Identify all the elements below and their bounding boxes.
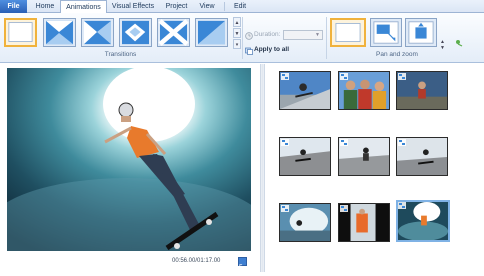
storyboard-clip-1[interactable] xyxy=(279,71,331,110)
playback-timecode: 00:56.00/01:17.00 xyxy=(172,258,221,264)
panzoom-options-icon[interactable] xyxy=(455,39,463,47)
tab-animations[interactable]: Animations xyxy=(60,0,107,14)
tab-home[interactable]: Home xyxy=(32,0,58,13)
duration-label: Duration: xyxy=(254,31,281,38)
video-preview[interactable] xyxy=(7,68,251,251)
gallery-up-icon[interactable]: ▲ xyxy=(233,17,241,27)
apply-all-icon xyxy=(245,47,253,55)
transition-badge-icon xyxy=(281,205,289,212)
transition-slide-button[interactable] xyxy=(195,18,228,47)
ribbon-tab-bar: File Home Animations Visual Effects Proj… xyxy=(0,0,484,14)
gallery-more-icon[interactable]: ▾ xyxy=(233,39,241,49)
storyboard-clip-4[interactable] xyxy=(279,137,331,176)
transition-wipe-button[interactable] xyxy=(81,18,114,47)
transition-diamond-icon xyxy=(122,20,149,45)
panzoom-zoom-button[interactable] xyxy=(405,18,437,47)
group-divider xyxy=(242,17,243,59)
storyboard-clip-2[interactable] xyxy=(338,71,390,110)
transition-badge-icon xyxy=(398,139,406,146)
tab-visual-effects[interactable]: Visual Effects xyxy=(110,0,156,13)
panzoom-pan-icon xyxy=(373,21,399,44)
duration-dropdown[interactable]: ▼ xyxy=(283,30,323,40)
transition-badge-icon xyxy=(340,139,348,146)
transition-cross-button[interactable] xyxy=(157,18,190,47)
transition-badge-icon xyxy=(398,202,406,209)
tab-file[interactable]: File xyxy=(0,0,27,13)
skater-video-frame xyxy=(7,68,251,251)
ribbon: ▲ ▼ ▾ Transitions Duration: ▼ Apply to a… xyxy=(0,13,484,63)
tab-divider xyxy=(224,2,225,11)
storyboard-clip-6[interactable] xyxy=(396,137,448,176)
expand-icon xyxy=(239,264,246,271)
transition-badge-icon xyxy=(340,73,348,80)
storyboard-clip-5[interactable] xyxy=(338,137,390,176)
transition-badge-icon xyxy=(340,205,348,212)
transition-none-button[interactable] xyxy=(4,18,37,47)
panzoom-more-icon[interactable]: ▲ ▼ xyxy=(440,39,445,51)
panzoom-group-label: Pan and zoom xyxy=(376,51,418,58)
panzoom-pan-button[interactable] xyxy=(370,18,402,47)
clock-icon xyxy=(245,32,253,40)
panzoom-none-icon xyxy=(335,23,361,42)
tab-view[interactable]: View xyxy=(196,0,218,13)
transition-diagonal-icon xyxy=(46,20,73,45)
transition-badge-icon xyxy=(398,73,406,80)
apply-to-all-button[interactable]: Apply to all xyxy=(254,46,289,53)
storyboard-clip-8[interactable] xyxy=(338,203,390,242)
transitions-group-label: Transitions xyxy=(104,51,137,58)
fullscreen-button[interactable] xyxy=(238,257,247,271)
transition-none-icon xyxy=(8,22,33,42)
transition-slide-icon xyxy=(198,20,225,45)
panzoom-none-button[interactable] xyxy=(330,18,366,47)
transition-badge-icon xyxy=(281,73,289,80)
tab-edit[interactable]: Edit xyxy=(228,0,252,13)
transition-cross-icon xyxy=(158,19,189,46)
transition-diagonal-button[interactable] xyxy=(43,18,76,47)
storyboard-clip-3[interactable] xyxy=(396,71,448,110)
transitions-gallery-scroll[interactable]: ▲ ▼ ▾ xyxy=(233,17,241,49)
tab-project[interactable]: Project xyxy=(160,0,193,13)
panzoom-zoom-icon xyxy=(408,21,434,44)
storyboard-clip-9[interactable] xyxy=(396,200,450,242)
transition-diamond-button[interactable] xyxy=(119,18,152,47)
transition-wipe-icon xyxy=(84,20,111,45)
storyboard-clip-7[interactable] xyxy=(279,203,331,242)
transition-badge-icon xyxy=(281,139,289,146)
chevron-down-icon: ▼ xyxy=(315,32,320,38)
gallery-down-icon[interactable]: ▼ xyxy=(233,28,241,38)
